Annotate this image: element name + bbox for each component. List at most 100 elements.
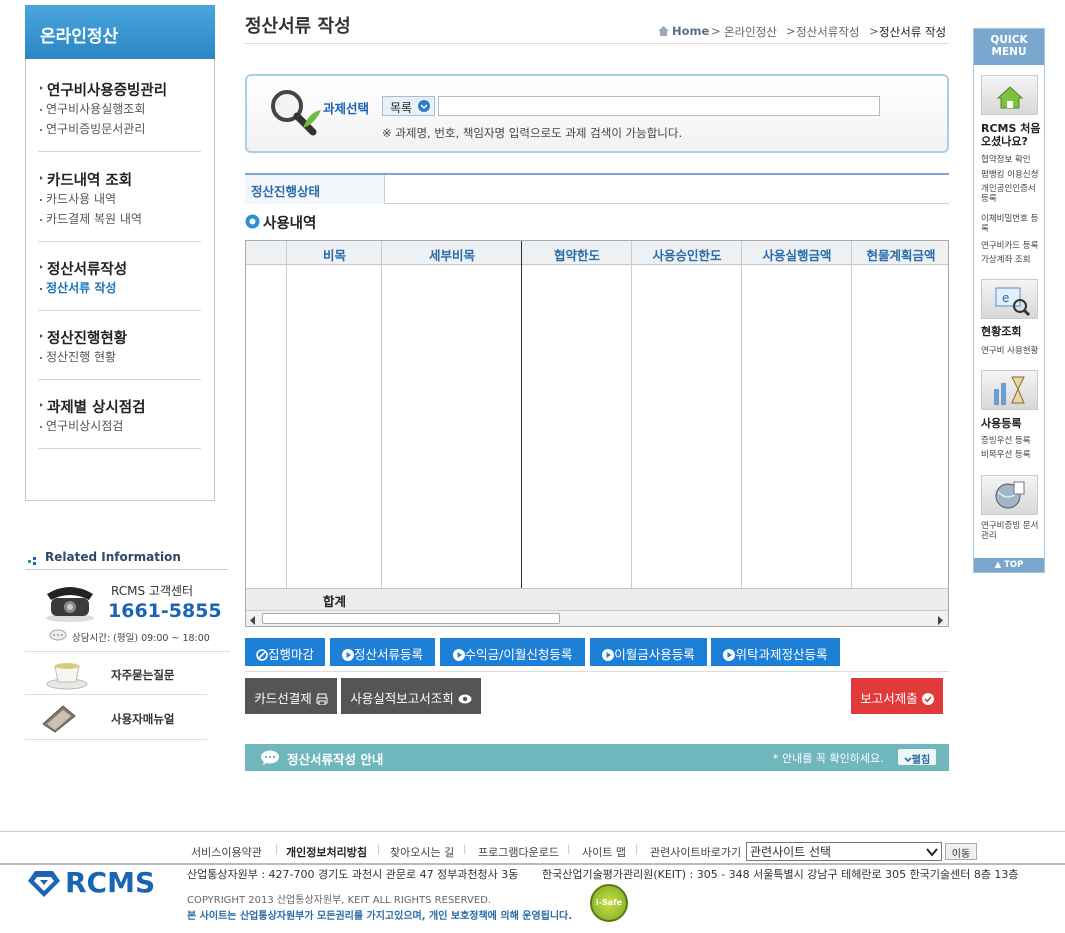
breadcrumb-current: 정산서류 작성 bbox=[879, 25, 947, 39]
menu-item-card-restore[interactable]: 카드결제 복원 내역 bbox=[38, 209, 201, 229]
menu-item-doc-manage[interactable]: 연구비증빙문서관리 bbox=[38, 119, 201, 139]
register-outsourced-settlement-button[interactable]: 위탁과제정산등록 bbox=[711, 638, 840, 666]
quick-link-doc-manage[interactable]: 연구비증빙 문서 관리 bbox=[981, 521, 1043, 541]
quick-firsttime-title[interactable]: RCMS 처음 오셨나요? bbox=[981, 122, 1044, 148]
menu-title-check[interactable]: 과제별 상시점검 bbox=[38, 396, 201, 416]
submit-report-button[interactable]: 보고서제출 bbox=[851, 678, 943, 714]
chat-icon bbox=[49, 629, 67, 644]
menu-group-check: 과제별 상시점검 연구비상시점검 bbox=[38, 396, 201, 449]
quick-link-category-first[interactable]: 비목우선 등록 bbox=[981, 450, 1031, 460]
scroll-left-icon[interactable] bbox=[249, 614, 257, 626]
menu-group-settlement: 정산서류작성 정산서류 작성 bbox=[38, 258, 201, 311]
usage-report-view-button[interactable]: 사용실적보고서조회 bbox=[341, 678, 481, 714]
grid-column bbox=[852, 241, 948, 626]
footer-sep: | bbox=[377, 844, 381, 855]
menu-group-evidence: 연구비사용증빙관리 연구비사용실행조회 연구비증빙문서관리 bbox=[38, 79, 201, 152]
guide-expand-button[interactable]: 펼침 bbox=[898, 749, 936, 766]
related-site-go-button[interactable]: 이동 bbox=[945, 843, 977, 860]
customer-center: RCMS 고객센터 1661-5855 상담시간: (평일) 09:00 ~ 1… bbox=[25, 570, 230, 652]
speech-bubble-icon bbox=[260, 750, 280, 769]
faq-link[interactable]: 자주묻는질문 bbox=[25, 652, 207, 695]
register-documents-button[interactable]: 정산서류등록 bbox=[330, 638, 435, 666]
hourglass-icon[interactable] bbox=[981, 370, 1038, 410]
col-header-subcategory[interactable]: 세부비목 bbox=[382, 245, 522, 264]
menu-item-exec-inquiry[interactable]: 연구비사용실행조회 bbox=[38, 99, 201, 119]
breadcrumb-online[interactable]: 온라인정산 bbox=[724, 24, 777, 40]
breadcrumb-sep: > bbox=[711, 24, 721, 38]
breadcrumb-settlement[interactable]: 정산서류작성 bbox=[796, 24, 859, 40]
col-header-inkind-amount[interactable]: 현물계획금액 bbox=[852, 245, 948, 264]
menu-item-progress[interactable]: 정산진행 현황 bbox=[38, 347, 201, 367]
caret-up-icon: ▲ bbox=[994, 560, 1005, 570]
project-search-input[interactable] bbox=[438, 96, 880, 116]
menu-title-card[interactable]: 카드내역 조회 bbox=[38, 169, 201, 189]
home-icon[interactable] bbox=[981, 75, 1038, 115]
quick-link-certificate[interactable]: 개인공인인증서 등록 bbox=[981, 184, 1041, 204]
footer-link-privacy[interactable]: 개인정보처리방침 bbox=[286, 844, 367, 860]
breadcrumb-sep: > bbox=[869, 24, 879, 38]
home-icon bbox=[658, 25, 669, 39]
menu-title-evidence[interactable]: 연구비사용증빙관리 bbox=[38, 79, 201, 99]
breadcrumb-home[interactable]: Home bbox=[672, 24, 709, 38]
grid-column bbox=[522, 241, 632, 626]
monitor-search-icon[interactable]: e bbox=[981, 279, 1038, 319]
footer-link-sitemap[interactable]: 사이트 맵 bbox=[582, 844, 626, 860]
center-hours: 상담시간: (평일) 09:00 ~ 18:00 bbox=[72, 633, 210, 644]
globe-document-icon[interactable] bbox=[981, 475, 1038, 515]
page-title: 정산서류 작성 bbox=[245, 16, 351, 37]
menu-item-settlement-write[interactable]: 정산서류 작성 bbox=[38, 278, 201, 298]
menu-item-regular-check[interactable]: 연구비상시점검 bbox=[38, 416, 201, 436]
action-divider bbox=[245, 671, 949, 672]
footer-link-directions[interactable]: 찾아오시는 길 bbox=[390, 844, 454, 860]
play-circle-icon bbox=[452, 649, 465, 664]
quick-status-title[interactable]: 현황조회 bbox=[981, 325, 1021, 338]
search-hint: ※ 과제명, 번호, 책임자명 입력으로도 과제 검색이 가능합니다. bbox=[382, 126, 683, 140]
grid-column bbox=[742, 241, 852, 626]
footer-link-downloads[interactable]: 프로그램다운로드 bbox=[478, 844, 559, 860]
project-list-select[interactable]: 목록 bbox=[382, 96, 435, 116]
scroll-right-icon[interactable] bbox=[936, 614, 944, 626]
card-prepayment-button[interactable]: 카드선결제 bbox=[245, 678, 337, 714]
register-carryover-usage-button[interactable]: 이월금사용등록 bbox=[590, 638, 707, 666]
col-header-category[interactable]: 비목 bbox=[287, 245, 382, 264]
manual-link[interactable]: 사용자매뉴얼 bbox=[25, 696, 207, 740]
faq-label: 자주묻는질문 bbox=[111, 668, 175, 682]
related-dots-icon bbox=[28, 554, 38, 568]
quick-link-agreement[interactable]: 협약정보 확인 bbox=[981, 155, 1031, 165]
scroll-thumb[interactable] bbox=[262, 613, 560, 624]
quick-link-evidence-first[interactable]: 증빙우선 등록 bbox=[981, 436, 1031, 446]
register-outsourced-settlement-label: 위탁과제정산등록 bbox=[735, 647, 828, 662]
scroll-top-button[interactable]: ▲ TOP bbox=[974, 558, 1044, 572]
quick-usage-register-title[interactable]: 사용등록 bbox=[981, 417, 1021, 430]
close-execution-button[interactable]: 집행마감 bbox=[245, 638, 325, 666]
quick-link-usage-status[interactable]: 연구비 사용현황 bbox=[981, 346, 1038, 356]
register-income-carryover-button[interactable]: 수익금/이월신청등록 bbox=[440, 638, 585, 666]
menu-title-progress[interactable]: 정산진행현황 bbox=[38, 327, 201, 347]
footer-sep: | bbox=[463, 844, 467, 855]
usage-grid: 비목 세부비목 협약한도 사용승인한도 사용실행금액 현물계획금액 합계 bbox=[245, 240, 949, 627]
quick-link-firmbanking[interactable]: 펌뱅킹 이용신청 bbox=[981, 170, 1038, 180]
quick-link-virtual-account[interactable]: 가상계좌 조회 bbox=[981, 255, 1031, 265]
quick-menu: QUICK MENU RCMS 처음 오셨나요? 협약정보 확인 펌뱅킹 이용신… bbox=[973, 28, 1045, 573]
quick-link-transfer-password[interactable]: 이체비밀번호 등록 bbox=[981, 214, 1041, 234]
horizontal-scrollbar[interactable] bbox=[246, 610, 948, 626]
col-header-executed-amount[interactable]: 사용실행금액 bbox=[742, 245, 852, 264]
related-site-select[interactable]: 관련사이트 선택 bbox=[746, 842, 942, 861]
settlement-status-row: 정산진행상태 bbox=[245, 173, 949, 204]
telephone-icon bbox=[43, 584, 97, 627]
menu-item-card-usage[interactable]: 카드사용 내역 bbox=[38, 189, 201, 209]
col-header-approved-limit[interactable]: 사용승인한도 bbox=[632, 245, 742, 264]
play-circle-icon bbox=[341, 649, 354, 664]
project-select-label: 과제선택 bbox=[323, 101, 370, 116]
footer-sep: | bbox=[567, 844, 571, 855]
quick-menu-header: QUICK MENU bbox=[974, 29, 1044, 65]
manual-label: 사용자매뉴얼 bbox=[111, 712, 175, 726]
related-title: Related Information bbox=[45, 550, 181, 564]
menu-title-settlement[interactable]: 정산서류작성 bbox=[38, 258, 201, 278]
col-header-agreement-limit[interactable]: 협약한도 bbox=[522, 245, 632, 264]
card-prepayment-label: 카드선결제 bbox=[254, 691, 312, 706]
footer-link-terms[interactable]: 서비스이용약관 bbox=[191, 844, 262, 860]
quick-link-card-register[interactable]: 연구비카드 등록 bbox=[981, 241, 1038, 251]
title-divider bbox=[245, 43, 949, 44]
check-circle-icon bbox=[921, 693, 934, 708]
